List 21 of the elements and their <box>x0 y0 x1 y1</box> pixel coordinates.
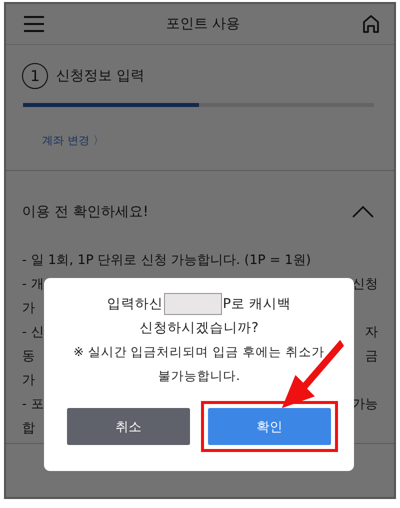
notice-text: - 포 <box>22 396 44 414</box>
cancel-button[interactable]: 취소 <box>67 408 190 445</box>
notice-text: 가 <box>22 300 35 318</box>
change-account-link[interactable]: 계좌 변경 〉 <box>42 133 104 148</box>
notice-text: 신청 <box>352 276 378 294</box>
step-label: 신청정보 입력 <box>56 67 144 85</box>
notice-text: - 일 1회, 1P 단위로 신청 가능합니다. (1P = 1원) <box>22 252 311 270</box>
page-title: 포인트 사용 <box>166 15 240 33</box>
notice-text: 합 <box>22 420 35 438</box>
notice-title: 이용 전 확인하세요! <box>22 203 149 221</box>
dialog-message: 입력하신 P로 캐시백 신청하시겠습니까? <box>59 292 339 340</box>
notice-text: - 신 <box>22 324 44 342</box>
notice-text: - 개 <box>22 276 44 294</box>
dialog-warning: ※ 실시간 입금처리되며 입금 후에는 취소가 불가능합니다. <box>72 343 326 385</box>
notice-text: 가능 <box>352 396 378 414</box>
notice-text: 동 <box>22 348 35 366</box>
confirm-button[interactable]: 확인 <box>208 408 331 445</box>
notice-text: 자 <box>365 324 378 342</box>
notice-text: 금 <box>365 348 378 366</box>
step-number: 1 <box>22 63 48 89</box>
notice-text: 가 <box>22 372 35 390</box>
